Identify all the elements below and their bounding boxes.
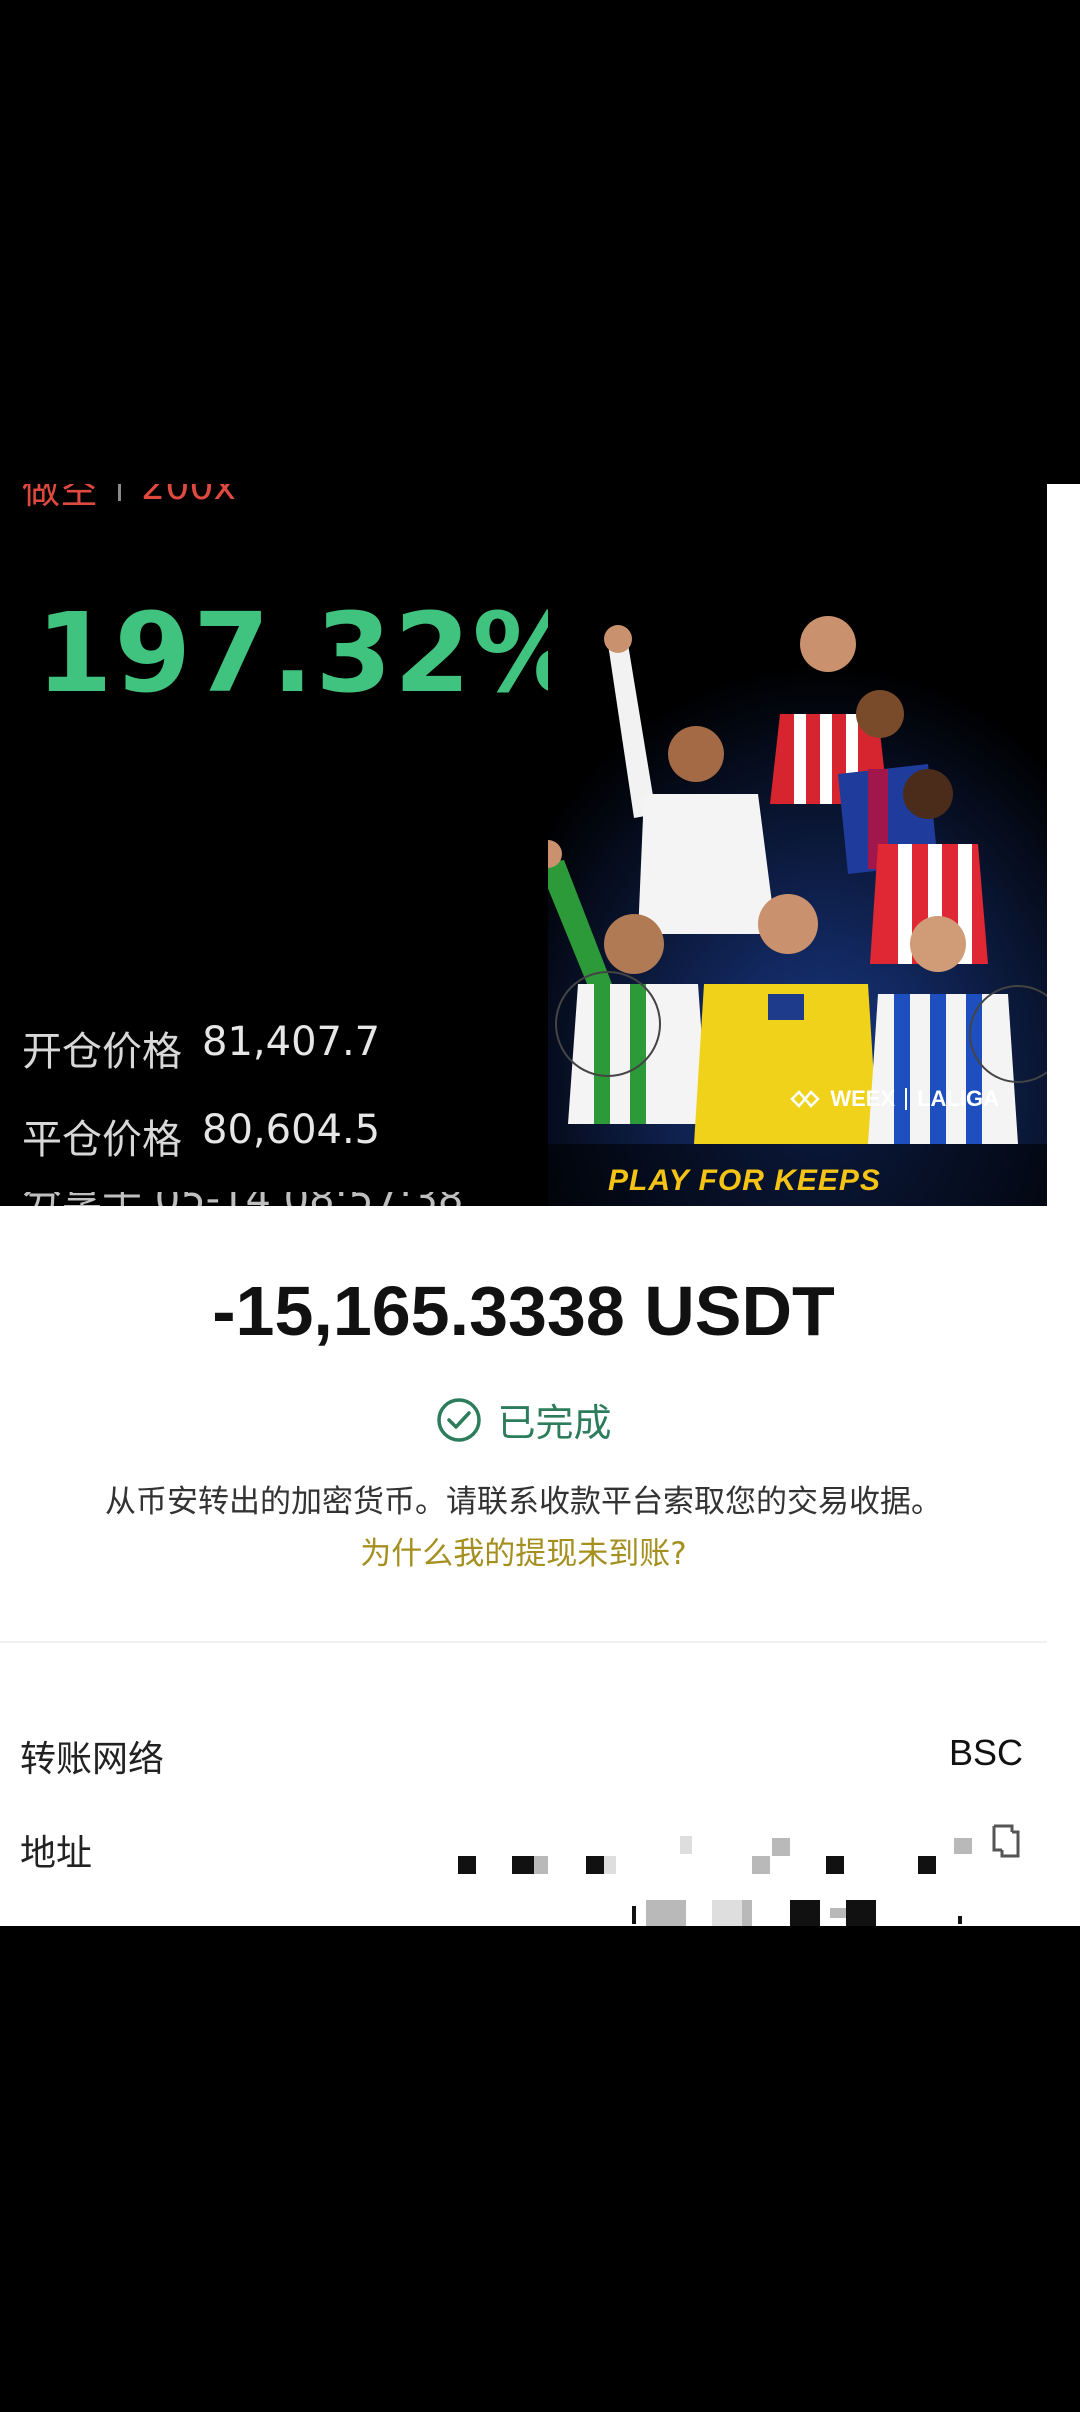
roi-value: 197.32% bbox=[36, 589, 585, 717]
open-price-row: 开仓价格 81,407.7 bbox=[22, 1019, 380, 1077]
open-price-label: 开仓价格 bbox=[22, 1029, 182, 1075]
side-label: 做空 bbox=[22, 484, 99, 512]
brand-divider bbox=[905, 1088, 908, 1110]
network-value: BSC bbox=[948, 1732, 1023, 1773]
close-price-label: 平仓价格 bbox=[22, 1117, 182, 1163]
players-illustration bbox=[534, 604, 1047, 1206]
share-time-cutoff: 分享于 05-14 08:57:38 bbox=[22, 1192, 463, 1206]
close-price-row: 平仓价格 80,604.5 bbox=[22, 1107, 380, 1165]
promo-banner: WEEX LALIGA PLAY FOR KEEPS bbox=[534, 604, 1047, 1206]
laliga-brand-text: LALIGA bbox=[917, 1086, 999, 1111]
trade-share-card: 做空 200x 197.32% 开仓价格 81,407.7 平仓价格 80,60… bbox=[0, 484, 1047, 1206]
right-white-strip bbox=[1047, 484, 1080, 1206]
leverage-label: 200x bbox=[141, 484, 237, 508]
banner-slogan: PLAY FOR KEEPS bbox=[608, 1164, 881, 1197]
separator bbox=[118, 484, 122, 501]
status-badge: 已完成 bbox=[0, 1392, 1047, 1447]
withdrawal-amount: -15,165.3338 USDT bbox=[212, 1272, 835, 1350]
withdrawal-detail-panel: -15,165.3338 USDT 已完成 从币安转出的加密货币。请联系收款平台… bbox=[0, 1206, 1080, 1926]
close-price-value: 80,604.5 bbox=[202, 1107, 381, 1153]
withdrawal-note: 从币安转出的加密货币。请联系收款平台索取您的交易收据。 bbox=[105, 1484, 942, 1520]
address-label: 地址 bbox=[20, 1833, 93, 1874]
copy-icon[interactable] bbox=[988, 1822, 1024, 1862]
open-price-value: 81,407.7 bbox=[202, 1019, 381, 1065]
divider bbox=[0, 1641, 1047, 1643]
weex-logo-icon bbox=[790, 1090, 821, 1108]
banner-brand: WEEX LALIGA bbox=[790, 1086, 999, 1112]
side-leverage: 做空 200x bbox=[22, 484, 236, 516]
status-text: 已完成 bbox=[497, 1401, 612, 1445]
check-circle-icon bbox=[437, 1397, 482, 1442]
why-not-received-link[interactable]: 为什么我的提现未到账? bbox=[0, 1528, 1047, 1573]
weex-brand-text: WEEX bbox=[830, 1086, 896, 1111]
network-label: 转账网络 bbox=[20, 1739, 165, 1780]
